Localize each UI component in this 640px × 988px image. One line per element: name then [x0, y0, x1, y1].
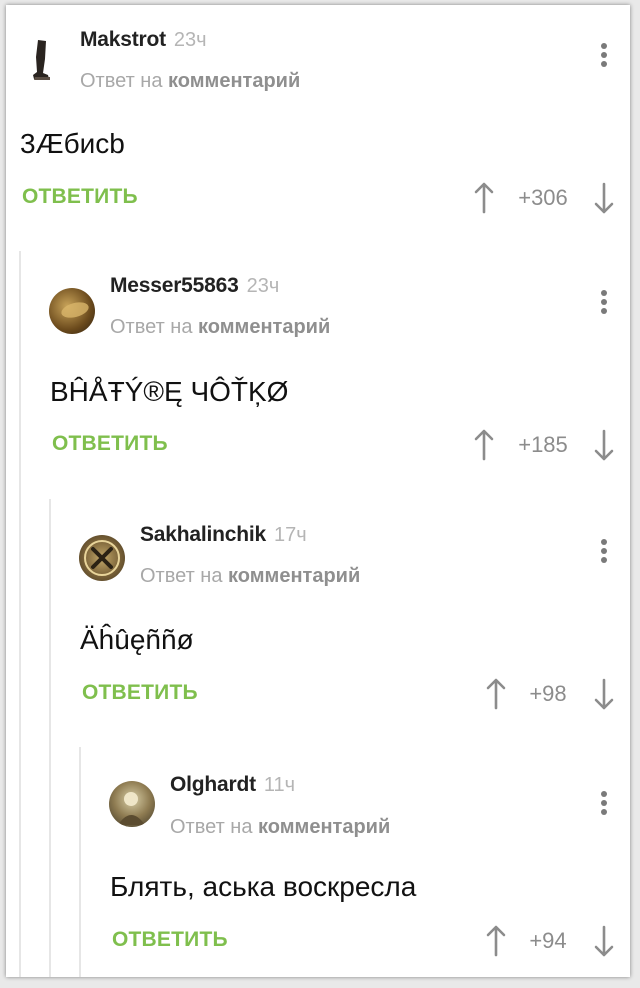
username[interactable]: Makstrot 23ч: [80, 28, 207, 52]
reply-to-prefix: Ответ на: [170, 816, 253, 838]
timestamp: 11ч: [263, 774, 296, 796]
comment-text: 3Æбисb: [20, 128, 125, 159]
username-text[interactable]: Sakhalinchik: [140, 523, 266, 546]
reply-button[interactable]: ответить: [22, 185, 138, 209]
username-text[interactable]: Makstrot: [80, 28, 166, 51]
comment-text: BĤÅŦÝ®Ę ЧÔŤĶØ: [50, 376, 289, 407]
reply-to-link[interactable]: комментарий: [168, 70, 300, 92]
more-options-icon[interactable]: [598, 290, 610, 320]
reply-to-prefix: Ответ на: [110, 316, 193, 338]
photo-avatar[interactable]: [109, 781, 155, 827]
upvote-arrow-icon[interactable]: [473, 182, 495, 214]
comment-text: Äĥûęññø: [80, 624, 194, 655]
timestamp: 23ч: [173, 29, 207, 51]
reply-to-line: Ответ на комментарий: [140, 565, 360, 588]
timestamp: 17ч: [274, 524, 307, 546]
comment-text: Блять, аська воскресла: [110, 871, 417, 902]
more-options-icon[interactable]: [598, 791, 610, 821]
downvote-arrow-icon[interactable]: [593, 182, 615, 214]
comments-panel: Makstrot 23ч Ответ на комментарий 3Æбисb …: [6, 5, 630, 977]
reply-button[interactable]: ответить: [52, 432, 168, 456]
score: +94: [529, 928, 567, 953]
score: +185: [518, 432, 568, 457]
comment-messer55863: Messer55863 23ч Ответ на комментарий BĤÅŦ…: [6, 251, 630, 499]
more-options-icon[interactable]: [598, 539, 610, 569]
username-text[interactable]: Messer55863: [110, 274, 239, 297]
username[interactable]: Olghardt 11ч: [170, 773, 295, 797]
timestamp: 23ч: [246, 275, 280, 297]
username-text[interactable]: Olghardt: [170, 773, 256, 796]
reply-to-line: Ответ на комментарий: [110, 316, 330, 339]
reply-to-link[interactable]: комментарий: [258, 816, 390, 838]
boot-avatar[interactable]: [18, 37, 64, 83]
reply-to-link[interactable]: комментарий: [198, 316, 330, 338]
reply-to-prefix: Ответ на: [140, 565, 223, 587]
reply-to-link[interactable]: комментарий: [228, 565, 360, 587]
downvote-arrow-icon[interactable]: [593, 925, 615, 957]
reply-button[interactable]: ответить: [82, 681, 198, 705]
reply-button[interactable]: ответить: [112, 928, 228, 952]
score: +306: [518, 185, 568, 210]
username[interactable]: Messer55863 23ч: [110, 274, 279, 298]
downvote-arrow-icon[interactable]: [593, 678, 615, 710]
upvote-arrow-icon[interactable]: [485, 678, 507, 710]
more-options-icon[interactable]: [598, 43, 610, 73]
upvote-arrow-icon[interactable]: [485, 925, 507, 957]
comment-sakhalinchik: Sakhalinchik 17ч Ответ на комментарий Äĥû…: [6, 499, 630, 747]
reply-to-line: Ответ на комментарий: [80, 70, 300, 93]
reply-to-prefix: Ответ на: [80, 70, 163, 92]
gold-coin-avatar[interactable]: [49, 288, 95, 334]
reply-to-line: Ответ на комментарий: [170, 816, 390, 839]
username[interactable]: Sakhalinchik 17ч: [140, 523, 307, 547]
score: +98: [529, 681, 567, 706]
emblem-avatar[interactable]: [79, 535, 125, 581]
comment-olghardt: Olghardt 11ч Ответ на комментарий Блять, …: [6, 747, 630, 977]
upvote-arrow-icon[interactable]: [473, 429, 495, 461]
downvote-arrow-icon[interactable]: [593, 429, 615, 461]
comment-makstrot: Makstrot 23ч Ответ на комментарий 3Æбисb …: [6, 5, 630, 251]
